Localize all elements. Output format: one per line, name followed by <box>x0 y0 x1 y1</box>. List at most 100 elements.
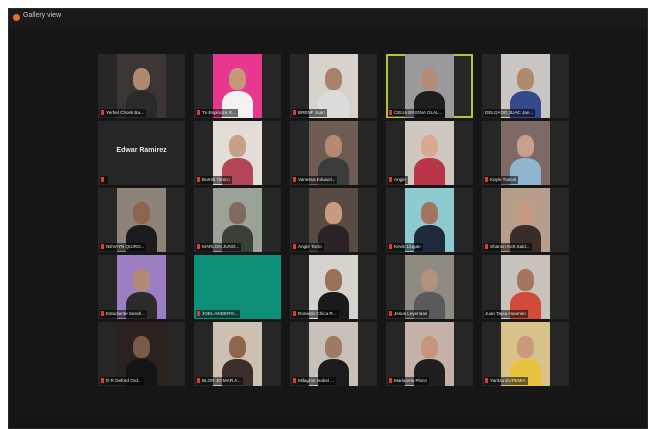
participant-tile[interactable]: Ronaldo Chica R... <box>290 255 377 319</box>
participant-tile[interactable]: Jesus Leyendas <box>386 255 473 319</box>
person-silhouette <box>413 158 446 185</box>
person-head <box>324 269 343 291</box>
person-head <box>132 336 151 358</box>
person-head <box>420 135 439 157</box>
participant-tile[interactable]: BRENF Juan <box>290 54 377 118</box>
window-title: Gallery view <box>23 12 62 19</box>
person-head <box>516 336 535 358</box>
participant-name-label: Estudiante Sarah... <box>100 310 148 318</box>
muted-mic-icon <box>197 243 200 249</box>
participant-tile[interactable]: MARLON JUNO... <box>194 188 281 252</box>
participant-name: Juan Tapia Huamán <box>485 311 526 316</box>
meeting-controls-bar <box>9 418 647 428</box>
participant-name: Yerbel Chosk Ba... <box>106 110 144 115</box>
participant-tile[interactable]: Shanon Kett Sald... <box>482 188 569 252</box>
person-head <box>420 68 439 90</box>
participant-name: BRENF Juan <box>298 110 325 115</box>
participant-name-placeholder: Edwar Ramirez <box>116 147 167 154</box>
participant-tile[interactable]: Kevin Llugan <box>386 188 473 252</box>
participant-tile[interactable]: Estudiante Sarah... <box>98 255 185 319</box>
participant-name: Ronaldo Chica R... <box>298 311 337 316</box>
muted-mic-icon <box>293 176 296 182</box>
muted-mic-icon <box>389 176 392 182</box>
person-head <box>516 202 535 224</box>
participant-name: Angie <box>394 177 406 182</box>
participant-name-label: Milagros Isabel ... <box>292 377 336 385</box>
muted-mic-icon <box>101 109 104 115</box>
participant-name-label: Kayle Tuscai <box>484 176 519 184</box>
participant-tile[interactable]: Tu Espinoza R... <box>194 54 281 118</box>
person-head <box>228 68 247 90</box>
person-head <box>516 135 535 157</box>
participant-tile[interactable]: Angie <box>386 121 473 185</box>
person-head <box>516 68 535 90</box>
muted-mic-icon <box>389 310 392 316</box>
muted-mic-icon <box>101 310 104 316</box>
muted-mic-icon <box>101 243 104 249</box>
participant-name-label: Angie Taclo <box>292 243 324 251</box>
participant-name-label: Tu Espinoza R... <box>196 109 238 117</box>
participant-tile[interactable]: Burridi Tanico <box>194 121 281 185</box>
person-head <box>132 269 151 291</box>
participant-tile[interactable]: Edwar Ramirez <box>98 121 185 185</box>
participant-name-label: Burridi Tanico <box>196 176 232 184</box>
participant-name-label <box>100 176 108 184</box>
participant-name: Marianela Pinco <box>394 378 427 383</box>
participant-name-label: MARLON JUNO... <box>196 243 242 251</box>
participant-name: CELIA BRIGNA OLAL... <box>394 110 443 115</box>
person-head <box>132 202 151 224</box>
muted-mic-icon <box>101 377 104 383</box>
participant-name-label: CELIA BRIGNA OLAL... <box>388 109 445 117</box>
muted-mic-icon <box>485 243 488 249</box>
participant-name-label: Yerbel Chosk Ba... <box>100 109 146 117</box>
participant-tile[interactable]: Milagros Isabel ... <box>290 322 377 386</box>
person-head <box>228 202 247 224</box>
participant-name-label: DELGADO JUAC Jan... <box>484 109 536 117</box>
participant-tile[interactable]: CELIA BRIGNA OLAL... <box>386 54 473 118</box>
participant-tile[interactable]: DELGADO JUAC Jan... <box>482 54 569 118</box>
person-head <box>132 68 151 90</box>
participant-name: Kayle Tuscai <box>490 177 517 182</box>
muted-mic-icon <box>197 109 200 115</box>
participant-name-label: NEVAYN QUIRO... <box>100 243 147 251</box>
gallery-grid: Yerbel Chosk Ba... Tu Espinoza R... BRENF … <box>98 54 569 387</box>
muted-mic-icon <box>389 377 392 383</box>
participant-tile[interactable]: Marianela Pinco <box>386 322 473 386</box>
participant-tile[interactable]: BLOR JO MAR A... <box>194 322 281 386</box>
title-bar: Gallery view <box>9 9 647 27</box>
participant-name-label: Jesus Leyendas <box>388 310 430 318</box>
participant-name-label: Angie <box>388 176 408 184</box>
person-head <box>324 202 343 224</box>
participant-tile[interactable]: NEVAYN QUIRO... <box>98 188 185 252</box>
participant-tile[interactable]: Angie Taclo <box>290 188 377 252</box>
muted-mic-icon <box>197 310 200 316</box>
muted-mic-icon <box>101 176 104 182</box>
muted-mic-icon <box>485 176 488 182</box>
participant-name: BLOR JO MAR A... <box>202 378 242 383</box>
participant-tile[interactable]: Juan Tapia Huamán <box>482 255 569 319</box>
person-head <box>420 269 439 291</box>
muted-mic-icon <box>293 109 296 115</box>
participant-name-label: Yaritza EUFEMIA <box>484 377 528 385</box>
person-head <box>420 202 439 224</box>
participant-tile[interactable]: JOEL ANDERO... <box>194 255 281 319</box>
participant-tile[interactable]: Kayle Tuscai <box>482 121 569 185</box>
participant-tile[interactable]: Vanessa Eduard... <box>290 121 377 185</box>
participant-name-label: JOEL ANDERO... <box>196 310 240 318</box>
person-head <box>324 336 343 358</box>
participant-name-label: Marianela Pinco <box>388 377 429 385</box>
person-head <box>516 269 535 291</box>
participant-tile[interactable]: Yerbel Chosk Ba... <box>98 54 185 118</box>
participant-name-label: BRENF Juan <box>292 109 327 117</box>
participant-name-label: Kevin Llugan <box>388 243 423 251</box>
participant-video <box>405 121 454 185</box>
participant-tile[interactable]: Yaritza EUFEMIA <box>482 322 569 386</box>
participant-tile[interactable]: D R Deford Ord... <box>98 322 185 386</box>
participant-name: Estudiante Sarah... <box>106 311 146 316</box>
participant-name: MARLON JUNO... <box>202 244 240 249</box>
participant-name: Burridi Tanico <box>202 177 230 182</box>
participant-name: NEVAYN QUIRO... <box>106 244 145 249</box>
participant-name-label: Shanon Kett Sald... <box>484 243 532 251</box>
muted-mic-icon <box>197 377 200 383</box>
participant-name: Shanon Kett Sald... <box>490 244 530 249</box>
